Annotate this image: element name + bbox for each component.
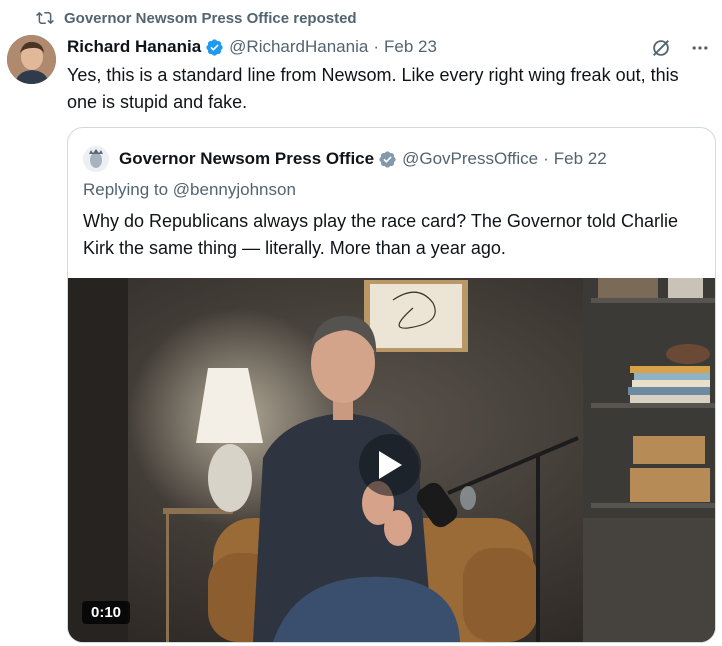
author-avatar[interactable]	[7, 35, 56, 84]
post-header: Richard Hanania @RichardHanania · Feb 23	[67, 35, 710, 59]
header-actions	[650, 37, 710, 64]
repost-icon	[36, 11, 54, 25]
video-duration: 0:10	[82, 601, 131, 624]
quoted-post[interactable]: Governor Newsom Press Office @GovPressOf…	[67, 127, 716, 643]
post-text: Yes, this is a standard line from Newsom…	[67, 65, 679, 112]
post-date[interactable]: Feb 23	[384, 37, 437, 57]
replying-to[interactable]: Replying to @bennyjohnson	[83, 180, 296, 200]
video-player[interactable]: 0:10	[68, 278, 715, 642]
quoted-post-header: Governor Newsom Press Office @GovPressOf…	[83, 146, 607, 172]
quoted-author-name[interactable]: Governor Newsom Press Office	[119, 149, 374, 169]
quoted-post-date[interactable]: Feb 22	[554, 149, 607, 169]
play-button[interactable]	[359, 434, 421, 496]
more-icon[interactable]	[690, 38, 710, 63]
grok-icon[interactable]	[650, 37, 672, 64]
author-name[interactable]: Richard Hanania	[67, 37, 201, 57]
verified-badge-icon[interactable]	[378, 150, 397, 169]
repost-label: Governor Newsom Press Office reposted	[64, 9, 357, 27]
play-icon	[379, 451, 402, 479]
repost-indicator[interactable]: Governor Newsom Press Office reposted	[36, 9, 357, 27]
quoted-author-avatar[interactable]	[83, 146, 109, 172]
separator-dot: ·	[373, 37, 379, 56]
verified-badge-icon[interactable]	[205, 38, 224, 57]
quoted-author-handle[interactable]: @GovPressOffice	[402, 149, 538, 169]
quoted-post-text: Why do Republicans always play the race …	[83, 211, 678, 258]
separator-dot: ·	[543, 149, 549, 168]
author-handle[interactable]: @RichardHanania	[229, 37, 368, 57]
